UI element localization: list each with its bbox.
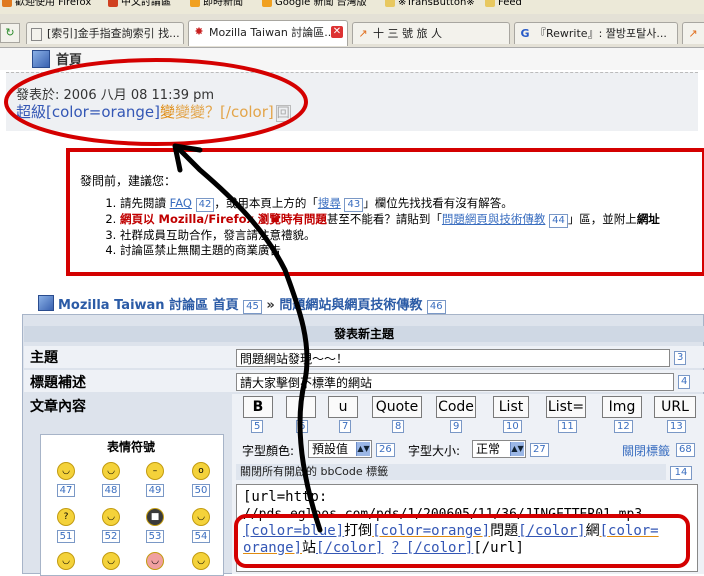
smiley-icon[interactable]: ◡ — [102, 462, 120, 480]
close-tags-link[interactable]: 關閉標籤 — [622, 442, 670, 459]
breadcrumb: Mozilla Taiwan 討論區 首頁 45 » 問題網站與網頁技術傳教 4… — [38, 294, 446, 314]
tip-item: 請先閱讀 FAQ 42，或用本頁上方的「搜尋 43」欄位先找找看有沒有解答。 — [120, 196, 660, 212]
posting-tips-box: 請先閱讀 FAQ 42，或用本頁上方的「搜尋 43」欄位先找找看有沒有解答。 網… — [66, 148, 704, 276]
bookmark-transbutton[interactable]: ※TransButton※ — [385, 0, 475, 8]
smiley-icon[interactable]: o — [192, 462, 210, 480]
url-button[interactable]: URL — [654, 396, 696, 418]
posting-tips-list: 請先閱讀 FAQ 42，或用本頁上方的「搜尋 43」欄位先找找看有沒有解答。 網… — [90, 196, 660, 258]
smiley-icon[interactable]: ◡ — [192, 552, 210, 570]
tip-item: 網頁以 Mozilla/Firefox 瀏覽時有問題甚至不能看？請貼到「問題網頁… — [120, 212, 660, 228]
tab-strip: ↻ [索引]金手指查詢索引 找... ✸ Mozilla Taiwan 討論區..… — [0, 14, 704, 48]
font-color-select[interactable]: 預設值 ▲▼ — [308, 440, 372, 458]
image-button[interactable]: Img — [602, 396, 642, 418]
dropdown-arrow-icon: ▲▼ — [356, 442, 370, 456]
google-g-icon: G — [520, 27, 530, 40]
list-button[interactable]: List — [493, 396, 529, 418]
body-label: 文章內容 — [30, 399, 86, 415]
firefox-icon — [2, 0, 12, 7]
tip-item: 討論區禁止無關主題的商業廣告 — [120, 243, 660, 258]
underline-button[interactable]: u — [328, 396, 358, 418]
arrow-logo-icon: ↗ — [688, 27, 698, 40]
smiley-icon[interactable]: ? — [57, 508, 75, 526]
message-textarea[interactable]: [url=http: //pds.egloos.com/pds/1/200605… — [236, 484, 698, 572]
smiley-icon[interactable]: ◡ — [57, 552, 75, 570]
cool-smiley-icon[interactable]: ■ — [146, 508, 164, 526]
bookmarks-toolbar: 歡迎使用 Firefox 中文討論區 即時新聞 Google 新聞 台灣版 ※T… — [0, 0, 704, 14]
font-color-label: 字型顏色: — [242, 444, 295, 458]
tab-thirteen-traveler[interactable]: ↗ 十 三 號 旅 人 — [352, 22, 510, 44]
bookmark-google-news[interactable]: Google 新聞 台灣版 — [262, 0, 367, 8]
font-size-label: 字型大小: — [408, 444, 461, 458]
bookmark-feed[interactable]: Feed — [485, 0, 522, 8]
smiley-icon[interactable]: ◡ — [102, 508, 120, 526]
breadcrumb-home-link[interactable]: Mozilla Taiwan 討論區 首頁 — [58, 298, 239, 313]
description-label: 標題補述 — [30, 375, 86, 391]
bookmark-welcome-firefox[interactable]: 歡迎使用 Firefox — [2, 0, 91, 8]
tab-cheat-index[interactable]: [索引]金手指查詢索引 找... — [26, 22, 184, 44]
font-size-select[interactable]: 正常 ▲▼ — [472, 440, 526, 458]
smiley-icon[interactable]: ◡ — [192, 508, 210, 526]
subject-label: 主題 — [30, 350, 58, 366]
folder-icon — [485, 0, 495, 7]
smiley-icon[interactable]: ◡ — [102, 552, 120, 570]
home-link[interactable]: 首頁 — [56, 49, 82, 68]
quote-button[interactable]: Quote — [372, 396, 422, 418]
tab-rewrite[interactable]: G 『Rewrite』: 짤방포탈사... — [514, 22, 678, 44]
bold-button[interactable]: B — [243, 396, 273, 418]
tab-overflow[interactable]: ↗ — [682, 22, 704, 44]
search-link[interactable]: 搜尋 — [318, 196, 341, 210]
post-reply-icon[interactable]: 回 — [275, 105, 291, 122]
close-tab-icon[interactable]: ✕ — [331, 26, 343, 38]
problem-pages-link[interactable]: 問題網頁與技術傳教 — [442, 212, 546, 226]
code-button[interactable]: Code — [436, 396, 476, 418]
smiley-icon[interactable]: ◡ — [146, 552, 164, 570]
forum-cube-icon — [38, 295, 54, 311]
subject-input[interactable]: 問題網站發現～～！ — [236, 349, 670, 367]
dropdown-arrow-icon: ▲▼ — [510, 442, 524, 456]
smiley-icon[interactable]: – — [146, 462, 164, 480]
firefox-icon — [108, 0, 118, 7]
feed-icon — [190, 0, 200, 7]
tip-item: 社群成員互助合作，發言請注意禮貌。 — [120, 228, 660, 243]
smilies-title: 表情符號 — [106, 440, 155, 454]
ordered-list-button[interactable]: List= — [546, 396, 586, 418]
close-all-tags-hint: 關閉所有開啟的 bbCode 標籤 — [236, 464, 666, 480]
arrow-logo-icon: ↗ — [358, 27, 368, 40]
italic-button[interactable]: i — [286, 396, 316, 418]
new-tab-button[interactable]: ↻ — [0, 23, 20, 43]
tab-mozilla-taiwan[interactable]: ✸ Mozilla Taiwan 討論區... ✕ — [188, 20, 348, 46]
bookmark-live-news[interactable]: 即時新聞 — [190, 0, 243, 8]
feed-icon — [262, 0, 272, 7]
form-title: 發表新主題 — [24, 326, 704, 342]
page-header-strip: 首頁 — [0, 48, 704, 70]
breadcrumb-forum-link[interactable]: 問題網站與網頁技術傳教 — [279, 298, 422, 313]
smiley-icon[interactable]: ◡ — [57, 462, 75, 480]
description-input[interactable]: 請大家擊倒不標準的網站 — [236, 373, 674, 391]
mozilla-dino-icon: ✸ — [194, 25, 204, 38]
posting-tips-heading: 發問前，建議您： — [80, 174, 177, 188]
document-icon — [31, 28, 42, 41]
forum-cube-icon — [32, 50, 50, 68]
faq-link[interactable]: FAQ — [170, 196, 192, 210]
folder-icon — [385, 0, 395, 7]
bookmark-chinese-forum[interactable]: 中文討論區 — [108, 0, 171, 8]
post-body: 超級[color=orange]變變變？[/color] 回 — [16, 103, 291, 122]
